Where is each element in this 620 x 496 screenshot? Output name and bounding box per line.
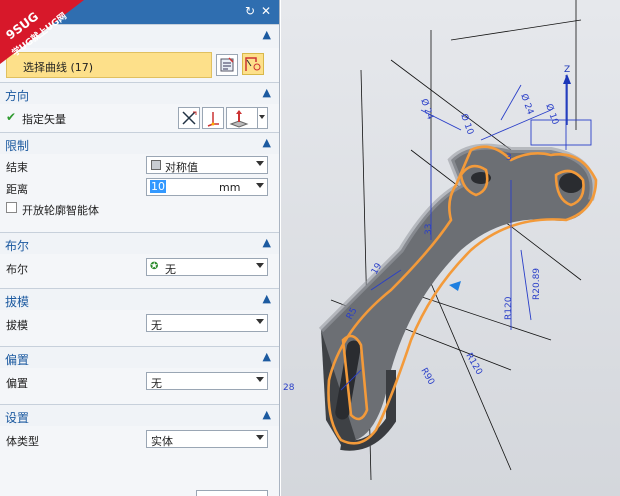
section-boolean-header[interactable]: 布尔 ▲ [0,232,279,254]
chevron-down-icon [256,377,264,382]
boolean-row: 布尔 ✪ 无 [0,254,279,280]
end-select[interactable]: 对称值 [146,156,268,174]
svg-text:Ø 24: Ø 24 [518,92,536,116]
chevron-up-icon[interactable]: ▲ [263,408,271,421]
body-type-row: 体类型 实体 [0,426,279,452]
extrude-dialog: ↻ ✕ ▲ 选择曲线 (17) 方向 ▲ ✔ 指定矢量 限制 ▲ 结束 对称值 … [0,0,280,496]
inferred-vector-icon[interactable] [226,107,258,129]
svg-text:R120: R120 [463,352,484,378]
specify-vector-row: ✔ 指定矢量 [0,104,279,132]
open-profile-row: 开放轮廓智能体 [0,198,279,218]
chevron-down-icon [256,319,264,324]
chevron-up-icon[interactable]: ▲ [263,292,271,305]
reverse-direction-icon[interactable] [178,107,200,129]
checkmark-icon: ✔ [6,110,17,124]
svg-text:Ø 10: Ø 10 [458,112,476,136]
chevron-up-icon[interactable]: ▲ [263,236,271,249]
section-offset-header[interactable]: 偏置 ▲ [0,346,279,368]
vector-dialog-icon[interactable] [202,107,224,129]
body-type-select[interactable]: 实体 [146,430,268,448]
section-direction-header[interactable]: 方向 ▲ [0,82,279,104]
end-row: 结束 对称值 [0,154,279,176]
close-icon[interactable]: ✕ [259,4,273,18]
chevron-up-icon[interactable]: ▲ [263,136,271,149]
chevron-down-icon[interactable] [256,183,264,188]
chevron-up-icon[interactable]: ▲ [263,86,271,99]
svg-text:3: 3 [506,153,512,163]
offset-select[interactable]: 无 [146,372,268,390]
svg-text:Ø 24: Ø 24 [418,97,436,121]
section-settings-header[interactable]: 设置 ▲ [0,404,279,426]
draft-row: 拔模 无 [0,310,279,336]
offset-row: 偏置 无 [0,368,279,394]
svg-text:R20.89: R20.89 [532,268,542,300]
cube-icon [151,160,161,170]
chevron-up-icon[interactable]: ▲ [263,28,271,41]
svg-text:Z: Z [564,65,570,75]
csys-triad: Z [563,65,571,125]
chevron-up-icon[interactable]: ▲ [263,350,271,363]
curve-select-icon[interactable] [242,53,264,75]
section-limits-header[interactable]: 限制 ▲ [0,132,279,154]
reset-icon[interactable]: ↻ [243,4,257,18]
chevron-down-icon [256,263,264,268]
chevron-down-icon [256,435,264,440]
extrude-direction-arrow[interactable] [449,281,461,291]
graphics-viewport[interactable]: Ø 24 Ø 10 Ø 24 Ø 10 3 R120 R20.89 R90 R1… [281,0,620,496]
draft-select[interactable]: 无 [146,314,268,332]
svg-text:R90: R90 [418,367,436,388]
part-solid[interactable] [318,143,596,451]
open-profile-checkbox[interactable] [6,202,17,213]
9sug-watermark-logo: 9SUG 学UG就上UG网 [0,0,84,64]
svg-text:R120: R120 [504,296,514,320]
chevron-down-icon [256,161,264,166]
vector-dropdown-arrow[interactable] [257,107,268,129]
distance-row: 距离 10 mm [0,176,279,198]
svg-text:28: 28 [283,383,295,393]
svg-text:Ø 10: Ø 10 [543,102,561,126]
distance-input[interactable]: 10 mm [146,178,268,196]
svg-text:33: 33 [424,224,434,235]
boolean-select[interactable]: ✪ 无 [146,258,268,276]
section-draft-header[interactable]: 拔模 ▲ [0,288,279,310]
next-field-partial[interactable] [196,490,268,496]
boolean-none-icon: ✪ [150,261,159,272]
sketch-section-icon[interactable] [216,54,238,76]
